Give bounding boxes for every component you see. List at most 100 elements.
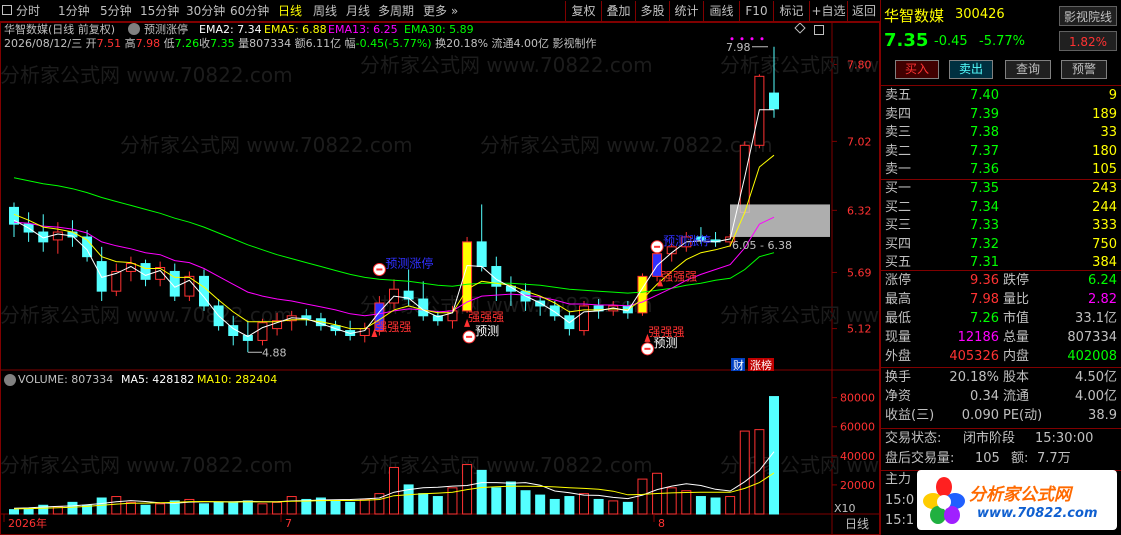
volume-bar xyxy=(681,490,692,515)
multi-stock-button[interactable]: 多股 xyxy=(635,1,669,21)
buy-button[interactable]: 买入 xyxy=(895,60,939,79)
fuquan-button[interactable]: 复权 xyxy=(565,1,601,21)
menu-icon[interactable] xyxy=(2,5,12,15)
low-price-label: 4.88 xyxy=(262,346,287,359)
ask-level-price: 7.40 xyxy=(970,88,999,103)
tab-60min[interactable]: 60分钟 xyxy=(230,3,269,19)
tab-fenshi[interactable]: 分时 xyxy=(16,3,40,19)
volume-tick-label: 40000 xyxy=(840,450,875,463)
back-button[interactable]: 返回 xyxy=(847,1,880,21)
stat-value: 7.98 xyxy=(970,292,999,307)
ask-level[interactable]: 卖二 7.37 180 xyxy=(881,143,1117,161)
stat-label: 量比 xyxy=(1003,292,1030,307)
ask-level[interactable]: 卖四 7.39 189 xyxy=(881,106,1117,124)
signal-dot xyxy=(740,37,744,41)
tab-monthly[interactable]: 月线 xyxy=(346,3,370,19)
stat-value: 807334 xyxy=(1067,330,1117,345)
ask-level[interactable]: 卖一 7.36 105 xyxy=(881,161,1117,179)
kline-chart[interactable]: 分析家公式网 www.70822.com 分析家公式网 www.70822.com… xyxy=(0,22,880,535)
tab-15min[interactable]: 15分钟 xyxy=(140,3,179,19)
volume-tick-label: 20000 xyxy=(840,479,875,492)
volume-toggle-icon[interactable] xyxy=(4,374,16,386)
price-tick-label: 5.69 xyxy=(847,266,872,279)
stat-row: 最高 7.98 量比 2.82 xyxy=(881,291,1117,309)
ask-level[interactable]: 卖三 7.38 33 xyxy=(881,124,1117,142)
volume-bar xyxy=(608,500,619,515)
bid-level[interactable]: 买三 7.33 333 xyxy=(881,217,1117,235)
fundamental-row: 净资 0.34 流通 4.00亿 xyxy=(881,388,1117,406)
sell-button[interactable]: 卖出 xyxy=(949,60,993,79)
bid-level-label: 买四 xyxy=(885,236,912,252)
ask-level-volume: 9 xyxy=(1108,88,1117,103)
mark-button[interactable]: 标记 xyxy=(773,1,809,21)
bid-level[interactable]: 买四 7.32 750 xyxy=(881,236,1117,254)
volume-bar xyxy=(418,493,429,515)
fundamental-value: 38.9 xyxy=(1088,408,1117,423)
ask-level[interactable]: 卖五 7.40 9 xyxy=(881,87,1117,105)
tab-30min[interactable]: 30分钟 xyxy=(186,3,225,19)
stat-label: 涨停 xyxy=(885,273,912,288)
fundamental-value: 20.18% xyxy=(949,370,999,385)
forecast-icon xyxy=(644,347,651,350)
candle-body xyxy=(637,275,648,314)
ask-level-volume: 33 xyxy=(1100,125,1117,140)
volume-bar xyxy=(67,501,78,515)
volume-bar xyxy=(155,503,166,515)
ask-level-label: 卖一 xyxy=(885,162,912,177)
x-tick-label: 8 xyxy=(658,517,665,530)
bid-level[interactable]: 买一 7.35 243 xyxy=(881,180,1117,198)
bid-level-price: 7.34 xyxy=(970,199,999,215)
volume-label: VOLUME: 807334 xyxy=(18,373,114,386)
stat-label: 最高 xyxy=(885,292,912,307)
stats-button[interactable]: 统计 xyxy=(669,1,703,21)
volume-bar xyxy=(491,487,502,515)
volume-bar xyxy=(286,496,297,515)
stat-value: 9.36 xyxy=(970,273,999,288)
forecast-limit-up-label: 预测涨停 xyxy=(663,233,711,248)
bid-level-price: 7.32 xyxy=(970,236,999,252)
volume-tick-label: 60000 xyxy=(840,421,875,434)
ask-level-label: 卖三 xyxy=(885,125,912,140)
volume-bar xyxy=(228,501,239,515)
query-button[interactable]: 查询 xyxy=(1005,60,1051,79)
volume-ma10: MA10: 282404 xyxy=(197,373,278,386)
stat-value: 33.1亿 xyxy=(1075,311,1117,326)
fundamental-row: 换手 20.18% 股本 4.50亿 xyxy=(881,369,1117,387)
bid-level-label: 买一 xyxy=(885,181,912,196)
tab-multi[interactable]: 多周期 xyxy=(378,3,414,19)
after-hours-amt: 7.7万 xyxy=(1037,451,1071,466)
volume-bar xyxy=(9,509,19,515)
stat-value: 6.24 xyxy=(1088,273,1117,288)
bid-level[interactable]: 买二 7.34 244 xyxy=(881,199,1117,217)
forecast-limit-up-label: 预测涨停 xyxy=(385,255,433,270)
overlay-button[interactable]: 叠加 xyxy=(601,1,635,21)
candle-body xyxy=(769,92,779,110)
trade-status-label: 交易状态: xyxy=(885,431,942,446)
stat-row: 最低 7.26 市值 33.1亿 xyxy=(881,310,1117,328)
volume-bar xyxy=(476,469,487,515)
volume-bar xyxy=(345,501,356,515)
signal-dot xyxy=(730,37,734,41)
f10-button[interactable]: F10 xyxy=(739,1,773,21)
fundamental-label: 换手 xyxy=(885,370,912,385)
fundamental-label: PE(动) xyxy=(1003,408,1043,423)
tab-weekly[interactable]: 周线 xyxy=(313,3,337,19)
main-force-label: 主力 xyxy=(885,472,912,487)
stat-row: 外盘 405326 内盘 402008 xyxy=(881,348,1117,366)
after-hours-vol: 105 xyxy=(975,451,1000,466)
stock-name: 华智数媒 xyxy=(884,7,945,25)
after-hours-label: 盘后交易量: xyxy=(885,451,955,466)
add-watchlist-button[interactable]: +自选 xyxy=(809,1,847,21)
sector-tag[interactable]: 影视院线 xyxy=(1059,6,1117,26)
stat-label: 市值 xyxy=(1003,311,1030,326)
draw-line-button[interactable]: 画线 xyxy=(703,1,739,21)
logo-url: www.70822.com xyxy=(977,506,1098,521)
tab-5min[interactable]: 5分钟 xyxy=(100,3,132,19)
fundamental-label: 流通 xyxy=(1003,389,1030,404)
alert-button[interactable]: 预警 xyxy=(1061,60,1107,79)
tab-daily[interactable]: 日线 xyxy=(278,3,302,19)
tab-more[interactable]: 更多 » xyxy=(423,3,458,19)
volume-bar xyxy=(213,501,224,515)
volume-bar xyxy=(593,498,604,515)
tab-1min[interactable]: 1分钟 xyxy=(58,3,90,19)
